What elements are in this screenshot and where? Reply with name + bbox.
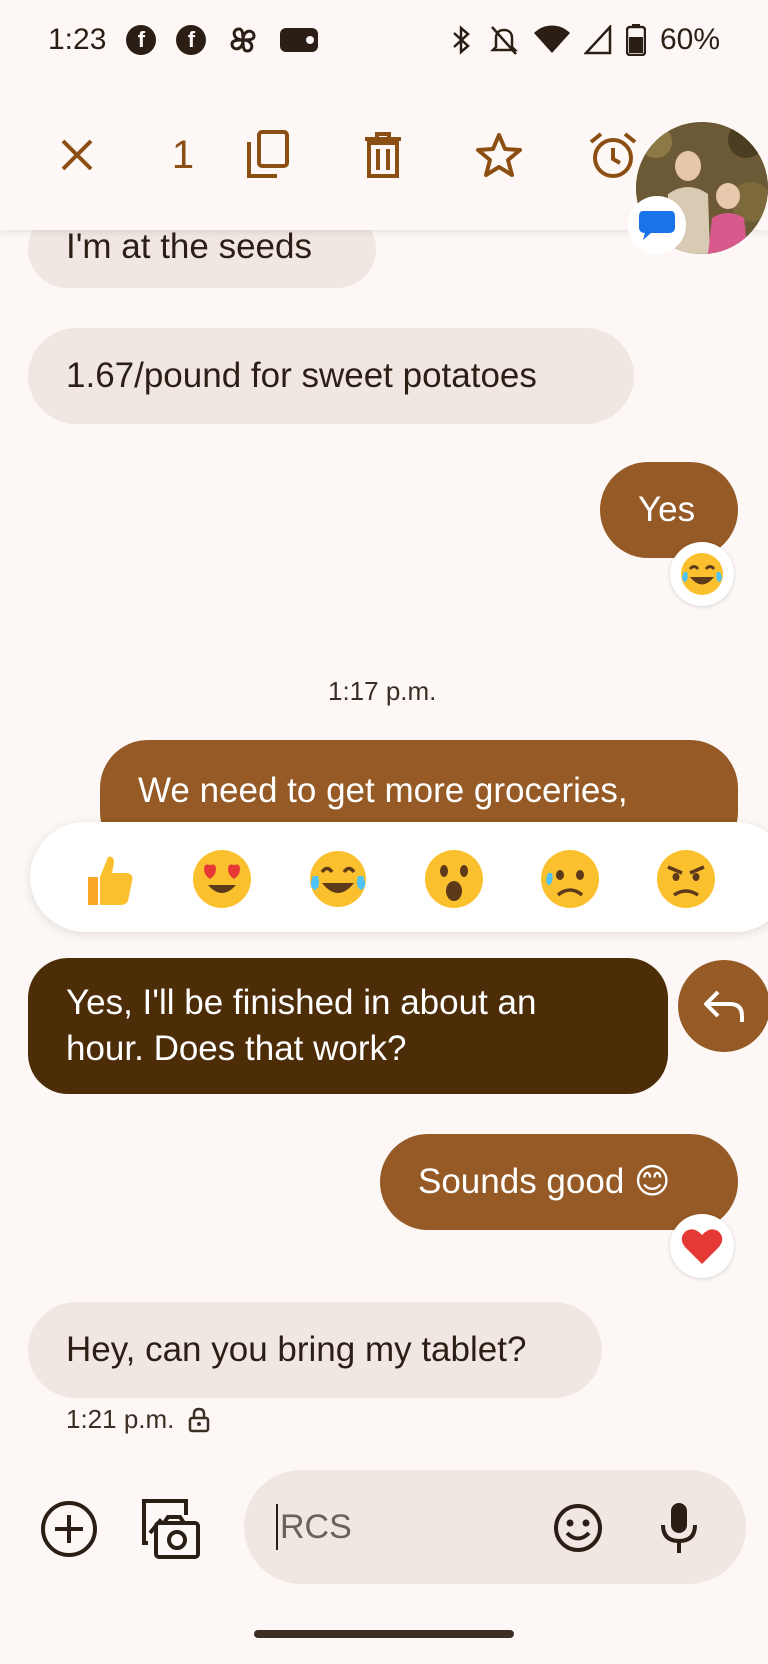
chat-bubble-icon bbox=[639, 211, 675, 240]
facebook-icon: f bbox=[176, 25, 207, 55]
message-time: 1:21 p.m. bbox=[66, 1404, 175, 1434]
close-icon bbox=[61, 139, 93, 171]
wifi-icon bbox=[533, 25, 570, 55]
reply-button[interactable] bbox=[678, 960, 768, 1052]
message-text: We need to get more groceries, bbox=[138, 771, 628, 810]
thumbs-up-emoji-icon[interactable] bbox=[74, 847, 138, 911]
tears-of-joy-emoji-icon bbox=[681, 553, 723, 595]
alarm-icon bbox=[589, 132, 637, 178]
bluetooth-icon bbox=[448, 24, 474, 56]
voice-input-button[interactable] bbox=[654, 1498, 704, 1558]
status-time: 1:23 bbox=[48, 23, 107, 56]
gallery-camera-icon bbox=[142, 1499, 200, 1559]
selected-count-text: 1 bbox=[171, 132, 195, 177]
message-compose-field bbox=[244, 1470, 746, 1584]
heart-emoji-icon bbox=[681, 1229, 723, 1264]
copy-icon bbox=[247, 130, 289, 178]
microphone-icon bbox=[661, 1503, 697, 1553]
tears-of-joy-emoji-icon[interactable] bbox=[306, 847, 370, 911]
surprised-emoji-icon[interactable] bbox=[422, 847, 486, 911]
copy-button[interactable] bbox=[232, 120, 302, 190]
selected-count: 1 bbox=[158, 120, 208, 190]
signal-icon bbox=[583, 25, 612, 55]
youtube-icon bbox=[280, 26, 319, 54]
reply-icon bbox=[704, 990, 744, 1022]
pinwheel-icon bbox=[226, 23, 260, 57]
status-bar: 1:23 f f 60% bbox=[0, 0, 768, 80]
emoji-button[interactable] bbox=[550, 1500, 606, 1556]
angry-emoji-icon[interactable] bbox=[654, 847, 718, 911]
message-incoming[interactable]: 1.67/pound for sweet potatoes bbox=[28, 328, 634, 424]
message-text: 1.67/pound for sweet potatoes bbox=[66, 356, 537, 395]
message-text: I'm at the seeds bbox=[66, 227, 312, 266]
delete-button[interactable] bbox=[348, 120, 418, 190]
close-button[interactable] bbox=[42, 120, 112, 190]
add-circle-icon bbox=[41, 1501, 97, 1557]
message-outgoing[interactable]: Yes bbox=[600, 462, 738, 558]
star-button[interactable] bbox=[464, 120, 534, 190]
message-incoming[interactable]: Hey, can you bring my tablet? bbox=[28, 1302, 602, 1398]
battery-icon bbox=[625, 24, 646, 56]
gallery-camera-button[interactable] bbox=[138, 1496, 202, 1560]
reaction-badge[interactable] bbox=[670, 1214, 734, 1278]
heart-eyes-emoji-icon[interactable] bbox=[190, 847, 254, 911]
add-attachment-button[interactable] bbox=[38, 1498, 100, 1560]
message-meta: 1:21 p.m. bbox=[66, 1404, 210, 1435]
message-input[interactable] bbox=[276, 1504, 526, 1550]
emoji-reaction-picker bbox=[30, 822, 768, 932]
message-text-line2: hour. Does that work? bbox=[66, 1029, 407, 1068]
message-text-line1: Yes, I'll be finished in about an bbox=[66, 983, 537, 1022]
battery-percent: 60% bbox=[659, 23, 720, 56]
delete-icon bbox=[365, 132, 401, 178]
message-text: Sounds good 😊 bbox=[418, 1162, 671, 1201]
messages-badge bbox=[628, 196, 686, 254]
message-text: Hey, can you bring my tablet? bbox=[66, 1330, 527, 1369]
message-incoming-selected[interactable]: Yes, I'll be finished in about an hour. … bbox=[28, 958, 668, 1094]
emoji-icon bbox=[554, 1504, 602, 1552]
reaction-badge[interactable] bbox=[670, 542, 734, 606]
message-outgoing[interactable]: Sounds good 😊 bbox=[380, 1134, 738, 1230]
sad-sweat-emoji-icon[interactable] bbox=[538, 847, 602, 911]
message-text: Yes bbox=[638, 490, 696, 529]
star-icon bbox=[476, 133, 522, 177]
lock-icon bbox=[189, 1407, 210, 1432]
message-timestamp: 1:17 p.m. bbox=[328, 676, 437, 706]
bell-off-icon bbox=[488, 23, 520, 57]
home-indicator[interactable] bbox=[254, 1630, 514, 1638]
facebook-icon: f bbox=[126, 25, 157, 55]
